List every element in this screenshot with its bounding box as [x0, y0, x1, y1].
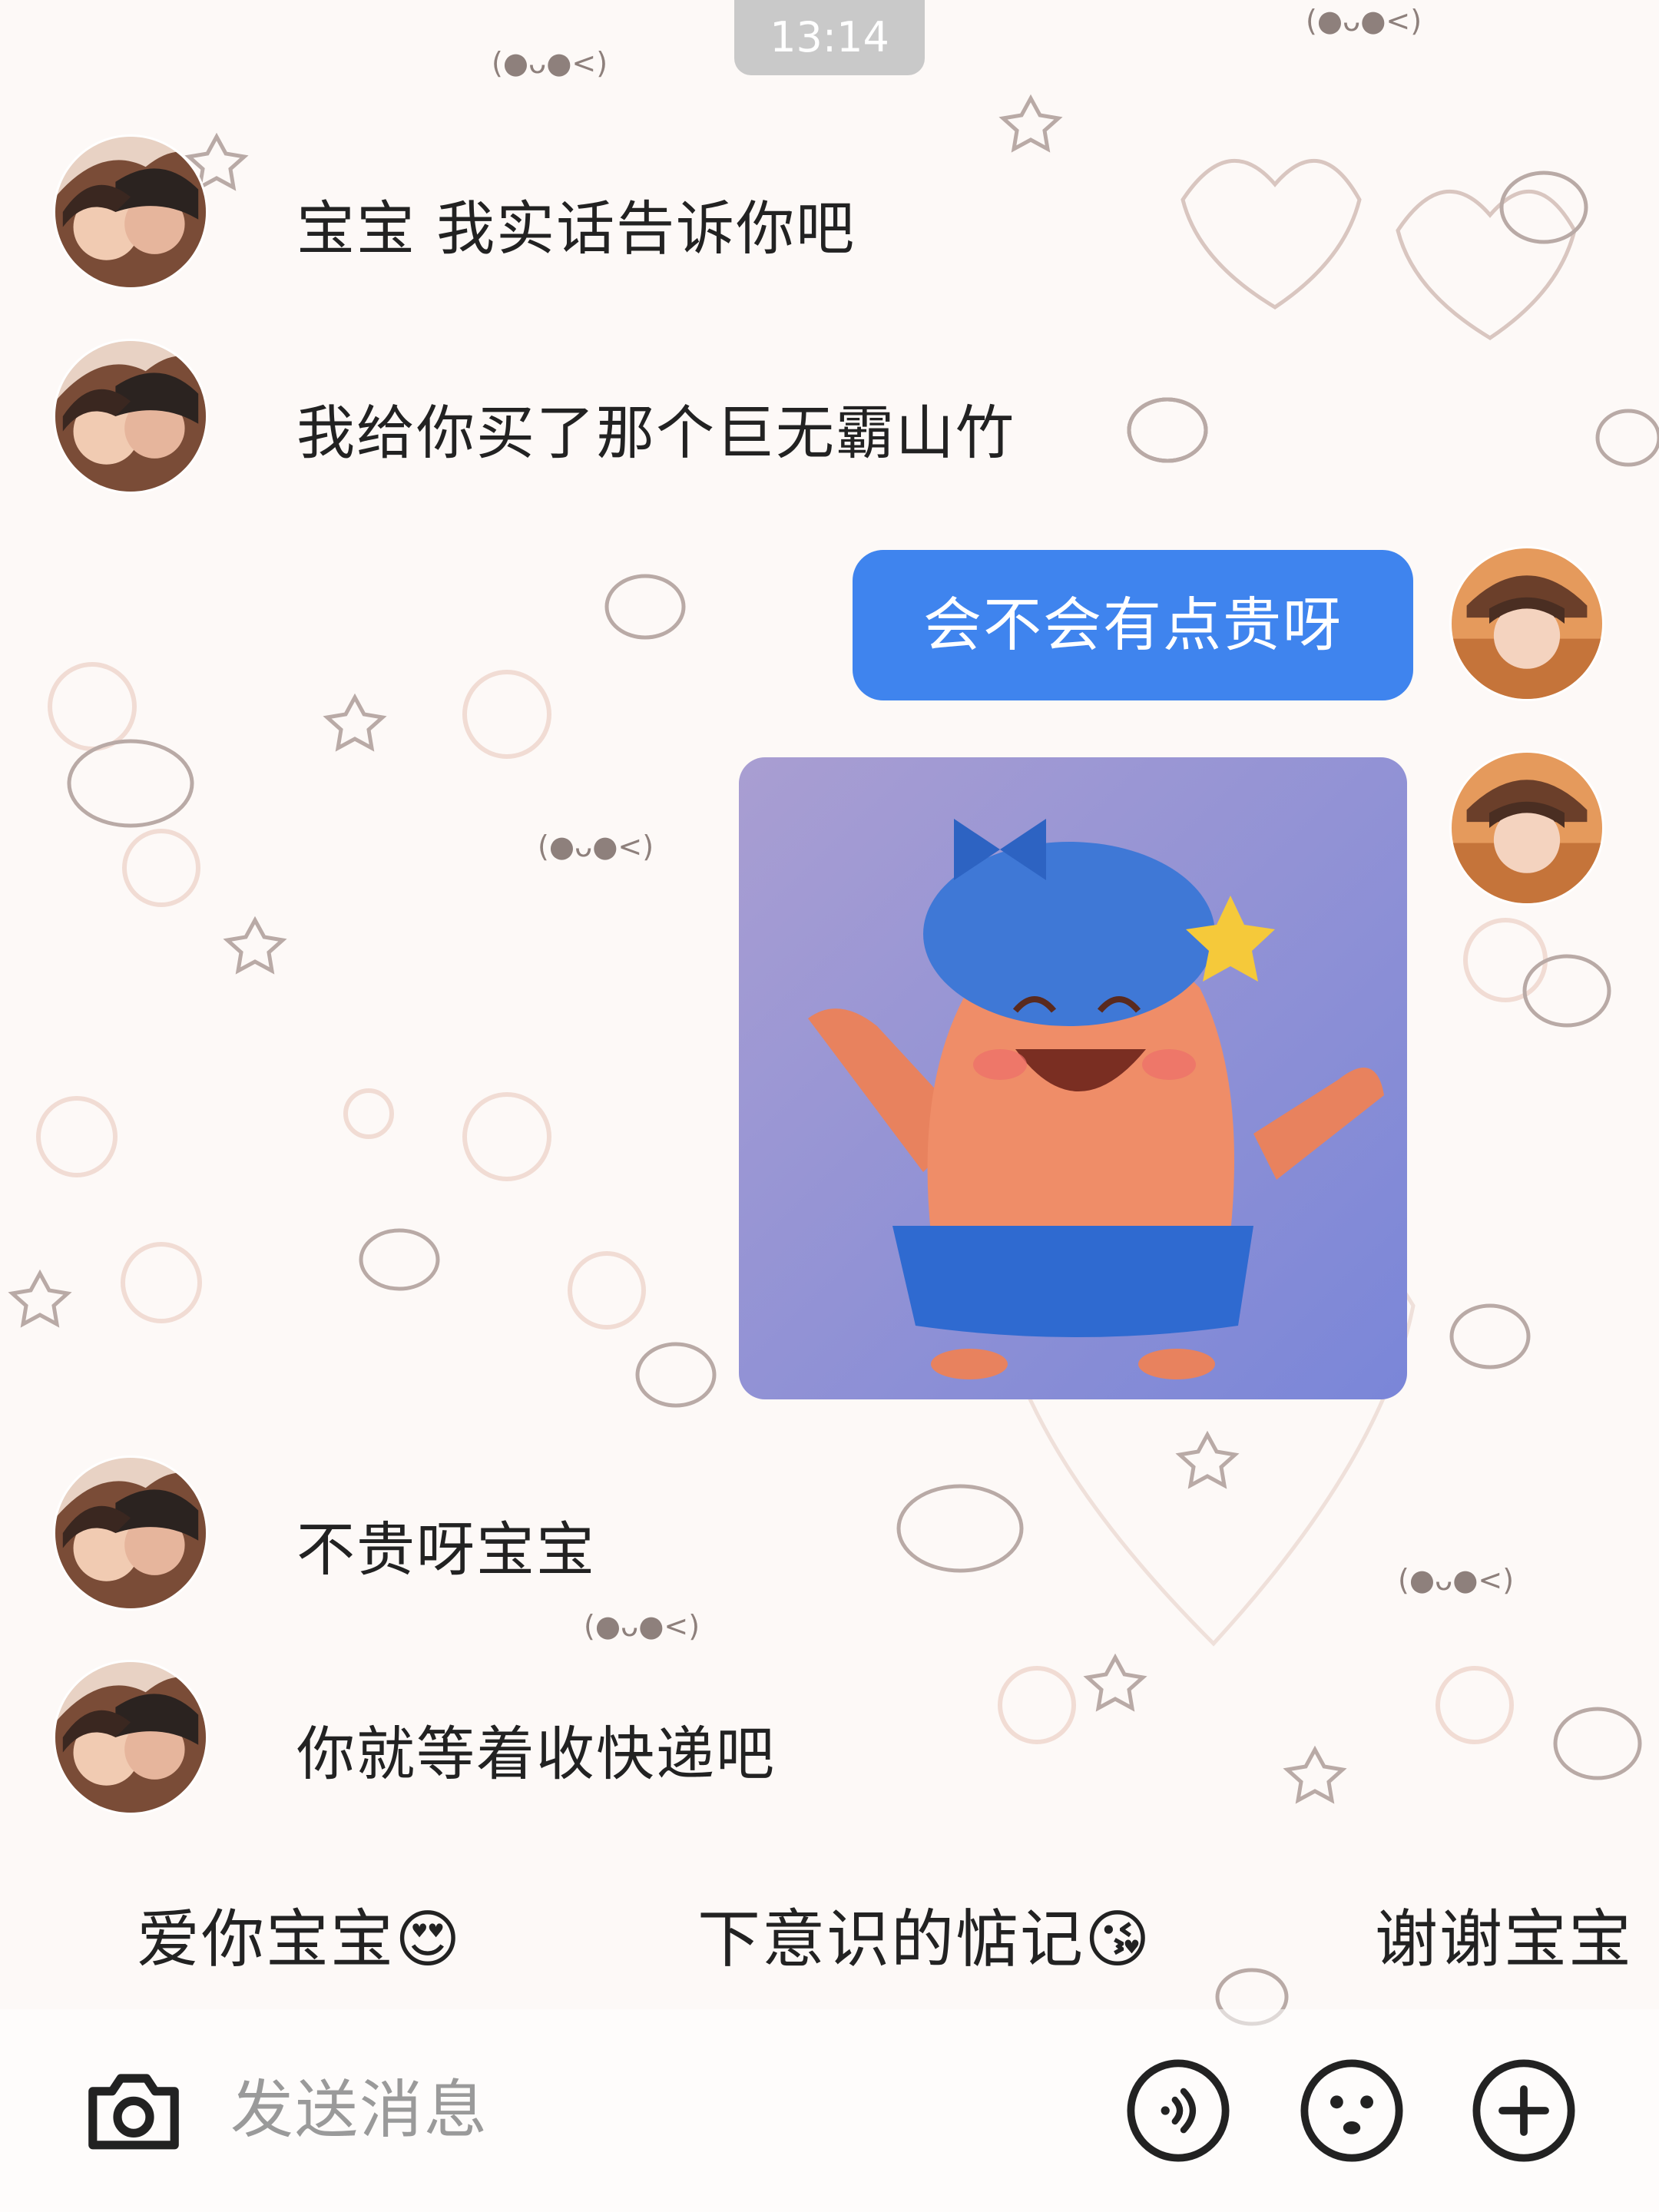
add-button[interactable]	[1470, 2057, 1578, 2164]
self-avatar[interactable]	[1452, 753, 1602, 903]
camera-icon	[88, 2074, 179, 2150]
message-text: 你就等着收快递吧	[296, 1720, 776, 1788]
quick-reply-thank-you[interactable]: 谢谢宝宝	[1375, 1871, 1633, 2009]
emoji-button[interactable]	[1298, 2057, 1406, 2164]
girl-photo-avatar	[1452, 753, 1602, 903]
message-input[interactable]: 发送消息	[230, 2009, 488, 2212]
message-text: 宝宝 我实话告诉你吧	[296, 194, 856, 263]
svg-text:(●ᴗ●<): (●ᴗ●<)	[1398, 1563, 1514, 1597]
contact-avatar[interactable]	[55, 341, 206, 492]
voice-icon	[1127, 2059, 1230, 2162]
patrick-star-sticker-image	[739, 757, 1407, 1399]
couple-photo-avatar	[55, 341, 206, 492]
plus-icon	[1472, 2059, 1575, 2162]
girl-photo-avatar	[1452, 548, 1602, 699]
outgoing-message-bubble[interactable]: 会不会有点贵呀	[853, 550, 1413, 700]
self-avatar[interactable]	[1452, 548, 1602, 699]
voice-button[interactable]	[1124, 2057, 1232, 2164]
svg-text:(●ᴗ●<): (●ᴗ●<)	[584, 1609, 700, 1643]
message-text: 不贵呀宝宝	[296, 1515, 596, 1584]
quick-reply-love-you[interactable]: 爱你宝宝😍	[137, 1871, 462, 2009]
timestamp-pill: 13:14	[734, 0, 925, 75]
svg-text:(●ᴗ●<): (●ᴗ●<)	[538, 830, 654, 863]
svg-text:(●ᴗ●<): (●ᴗ●<)	[492, 46, 608, 80]
svg-text:(●ᴗ●<): (●ᴗ●<)	[1306, 4, 1422, 38]
couple-photo-avatar	[55, 1662, 206, 1813]
couple-photo-avatar	[55, 1458, 206, 1608]
contact-avatar[interactable]	[55, 1662, 206, 1813]
emoji-icon	[1300, 2059, 1403, 2162]
quick-reply-bar: 爱你宝宝😍 下意识的惦记😘 谢谢宝宝	[0, 1871, 1659, 2009]
message-input-bar: 发送消息	[0, 2009, 1659, 2212]
sticker-message[interactable]	[739, 757, 1407, 1399]
contact-avatar[interactable]	[55, 1458, 206, 1608]
contact-avatar[interactable]	[55, 137, 206, 287]
camera-button[interactable]	[80, 2057, 187, 2164]
quick-reply-thinking-of-you[interactable]: 下意识的惦记😘	[697, 1871, 1151, 2009]
message-text: 我给你买了那个巨无霸山竹	[296, 399, 1015, 467]
couple-photo-avatar	[55, 137, 206, 287]
